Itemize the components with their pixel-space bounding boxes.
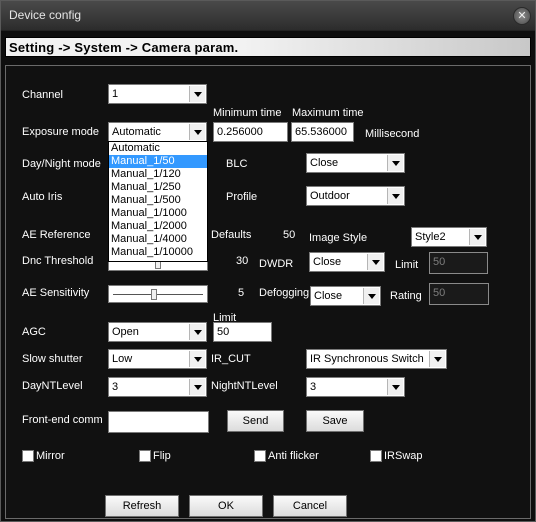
chevron-down-icon [363, 288, 379, 304]
slow-shutter-label: Slow shutter [22, 353, 83, 365]
cancel-button[interactable]: Cancel [273, 495, 347, 517]
night-nt-level-select[interactable]: 3 [306, 377, 405, 397]
chevron-down-icon [189, 124, 205, 140]
dropdown-option[interactable]: Manual_1/120 [109, 168, 207, 181]
defaults-label: Defaults [211, 229, 252, 241]
window-title: Device config [9, 8, 82, 22]
send-button[interactable]: Send [227, 410, 284, 432]
blc-select[interactable]: Close [306, 153, 405, 173]
agc-select[interactable]: Open [108, 322, 207, 342]
slow-shutter-select[interactable]: Low [108, 349, 207, 369]
anti-flicker-checkbox[interactable] [254, 450, 266, 462]
save-button[interactable]: Save [306, 410, 364, 432]
chevron-down-icon [189, 86, 205, 102]
defogging-select[interactable]: Close [310, 286, 381, 306]
ae-reference-label: AE Reference [22, 229, 91, 241]
chevron-down-icon [387, 155, 403, 171]
agc-limit-input[interactable]: 50 [213, 322, 272, 342]
dropdown-option[interactable]: Manual_1/500 [109, 194, 207, 207]
ae-sensitivity-slider[interactable] [108, 285, 208, 303]
chevron-down-icon [189, 379, 205, 395]
profile-select[interactable]: Outdoor [306, 186, 405, 206]
slider-thumb[interactable] [151, 289, 157, 300]
device-config-window: Device config ✕ Setting -> System -> Cam… [0, 0, 536, 522]
channel-label: Channel [22, 89, 63, 101]
blc-label: BLC [226, 158, 248, 170]
front-end-command-label: Front-end comm [22, 414, 102, 426]
day-night-mode-label: Day/Night mode [22, 158, 101, 170]
millisecond-unit: Millisecond [365, 128, 420, 140]
chevron-down-icon [189, 351, 205, 367]
rating-label: Rating [390, 290, 422, 302]
maximum-time-label: Maximum time [292, 107, 364, 119]
image-style-select[interactable]: Style2 [411, 227, 487, 247]
ae-sensitivity-value: 5 [238, 287, 245, 299]
mirror-checkbox[interactable] [22, 450, 34, 462]
refresh-button[interactable]: Refresh [105, 495, 179, 517]
front-end-command-input[interactable] [108, 411, 209, 433]
chevron-down-icon [367, 254, 383, 270]
dnc-threshold-label: Dnc Threshold [22, 255, 94, 267]
auto-iris-label: Auto Iris [22, 191, 63, 203]
dropdown-option[interactable]: Manual_1/250 [109, 181, 207, 194]
chevron-down-icon [429, 351, 445, 367]
profile-label: Profile [226, 191, 258, 203]
anti-flicker-label: Anti flicker [268, 450, 319, 462]
exposure-mode-dropdown[interactable]: Automatic Manual_1/50 Manual_1/120 Manua… [108, 141, 208, 262]
dropdown-option[interactable]: Manual_1/2000 [109, 220, 207, 233]
channel-select[interactable]: 1 [108, 84, 207, 104]
close-icon[interactable]: ✕ [513, 7, 531, 25]
image-style-label: Image Style [309, 232, 368, 244]
dropdown-option[interactable]: Manual_1/4000 [109, 233, 207, 246]
irswap-label: IRSwap [384, 450, 423, 462]
minimum-time-input[interactable]: 0.256000 [213, 122, 288, 142]
chevron-down-icon [189, 324, 205, 340]
dropdown-option[interactable]: Manual_1/10000 [109, 246, 207, 259]
ae-reference-value: 50 [283, 229, 296, 241]
ir-cut-select[interactable]: IR Synchronous Switch [306, 349, 447, 369]
chevron-down-icon [469, 229, 485, 245]
dropdown-option[interactable]: Automatic [109, 142, 207, 155]
exposure-mode-select[interactable]: Automatic [108, 122, 207, 142]
defogging-label: Defogging [259, 287, 310, 299]
flip-label: Flip [153, 450, 171, 462]
dwdr-select[interactable]: Close [309, 252, 385, 272]
chevron-down-icon [387, 379, 403, 395]
night-nt-level-label: NightNTLevel [211, 380, 278, 392]
mirror-label: Mirror [36, 450, 65, 462]
slider-track [113, 294, 203, 295]
dwdr-limit-input[interactable]: 50 [429, 252, 488, 274]
ae-sensitivity-label: AE Sensitivity [22, 287, 90, 299]
defogging-rating-input[interactable]: 50 [429, 283, 489, 305]
flip-checkbox[interactable] [139, 450, 151, 462]
chevron-down-icon [387, 188, 403, 204]
dwdr-label: DWDR [259, 258, 294, 270]
exposure-mode-label: Exposure mode [22, 126, 100, 138]
day-nt-level-select[interactable]: 3 [108, 377, 207, 397]
dropdown-option-highlighted[interactable]: Manual_1/50 [109, 155, 207, 168]
ir-cut-label: IR_CUT [211, 353, 251, 365]
irswap-checkbox[interactable] [370, 450, 382, 462]
ok-button[interactable]: OK [189, 495, 263, 517]
day-nt-level-label: DayNTLevel [22, 380, 83, 392]
breadcrumb: Setting -> System -> Camera param. [5, 37, 531, 57]
breadcrumb-text: Setting -> System -> Camera param. [9, 40, 239, 55]
dropdown-option[interactable]: Manual_1/1000 [109, 207, 207, 220]
dwdr-limit-label: Limit [395, 259, 419, 271]
dnc-threshold-value: 30 [236, 255, 249, 267]
minimum-time-label: Minimum time [213, 107, 282, 119]
title-bar[interactable]: Device config ✕ [1, 1, 535, 31]
maximum-time-input[interactable]: 65.536000 [291, 122, 354, 142]
agc-label: AGC [22, 326, 46, 338]
